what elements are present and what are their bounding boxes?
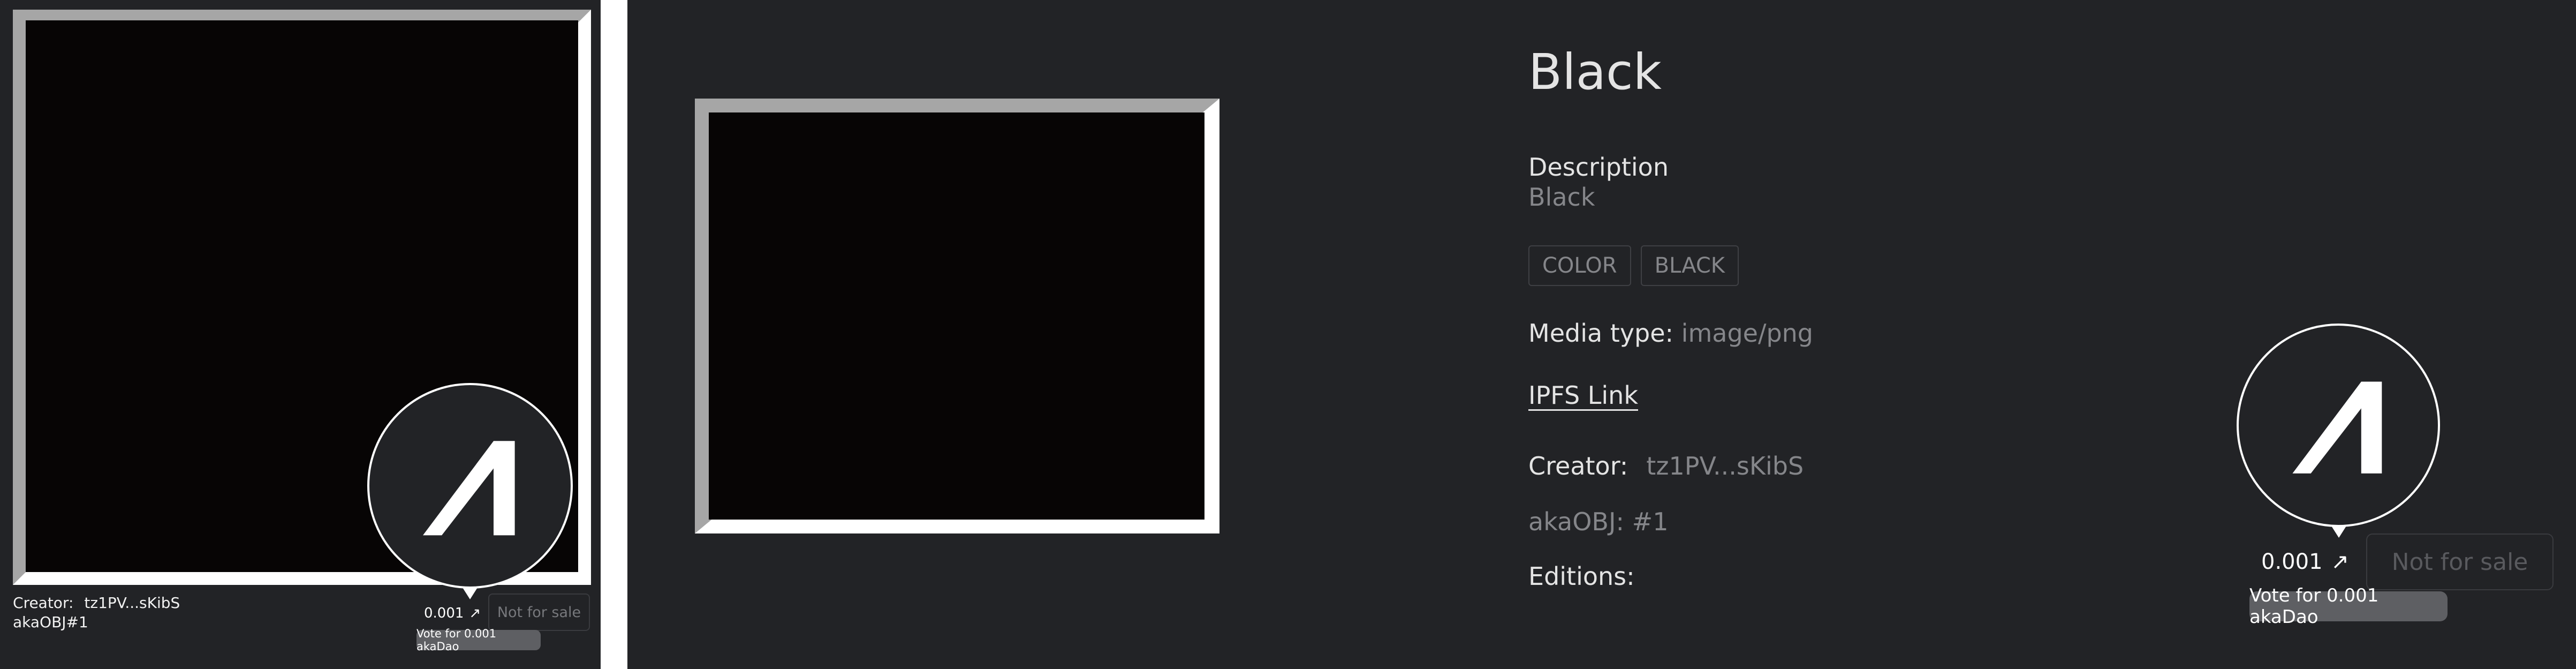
vote-tooltip: Vote for 0.001 akaDao	[416, 627, 541, 653]
vote-tooltip: Vote for 0.001 akaDao	[2249, 585, 2448, 628]
description-value: Black	[1528, 183, 1595, 212]
creator-row: Creator: tz1PV...sKibS	[13, 593, 180, 613]
object-id: akaOBJ#1	[13, 613, 88, 631]
media-type: Media type: image/png	[1528, 318, 1813, 348]
ipfs-link[interactable]: IPFS Link	[1528, 380, 1638, 410]
tag-list: COLOR BLACK	[1528, 245, 1739, 286]
not-for-sale-button[interactable]: Not for sale	[2366, 533, 2554, 590]
badge-pointer	[2331, 526, 2346, 538]
creator-label: Creator:	[1528, 452, 1628, 480]
tag-color[interactable]: COLOR	[1528, 245, 1631, 286]
arrow-up-right-icon: ↗	[469, 605, 481, 621]
description-label: Description	[1528, 153, 1669, 182]
akaswap-logo-icon[interactable]	[2237, 324, 2440, 527]
tag-black[interactable]: BLACK	[1640, 245, 1739, 286]
creator-row: Creator: tz1PV...sKibS	[1528, 451, 1804, 481]
creator-label: Creator:	[13, 594, 74, 612]
page-title: Black	[1528, 43, 1662, 101]
artwork-image[interactable]	[709, 112, 1204, 520]
badge-pointer	[463, 588, 478, 599]
vote-price[interactable]: 0.001 ↗	[2261, 547, 2349, 576]
arrow-up-right-icon: ↗	[2331, 550, 2350, 574]
not-for-sale-button[interactable]: Not for sale	[488, 593, 590, 631]
akaswap-logo-icon	[423, 441, 515, 536]
price-value: 0.001	[2261, 550, 2323, 574]
token-detail: Black Description Black COLOR BLACK Medi…	[627, 0, 2576, 669]
akaswap-logo-icon[interactable]	[367, 383, 573, 589]
token-card[interactable]: Creator: tz1PV...sKibS akaOBJ#1 0.001 ↗ N…	[0, 0, 601, 669]
object-id: akaOBJ: #1	[1528, 507, 1669, 536]
artwork-frame	[695, 99, 1219, 533]
akaswap-logo-icon	[2292, 381, 2382, 473]
creator-address[interactable]: tz1PV...sKibS	[1646, 452, 1804, 480]
media-label: Media type:	[1528, 319, 1674, 348]
price-value: 0.001	[424, 605, 464, 621]
media-value: image/png	[1681, 319, 1814, 348]
vote-price[interactable]: 0.001 ↗	[424, 604, 481, 622]
editions-label: Editions:	[1528, 562, 1635, 591]
creator-address[interactable]: tz1PV...sKibS	[84, 594, 180, 612]
